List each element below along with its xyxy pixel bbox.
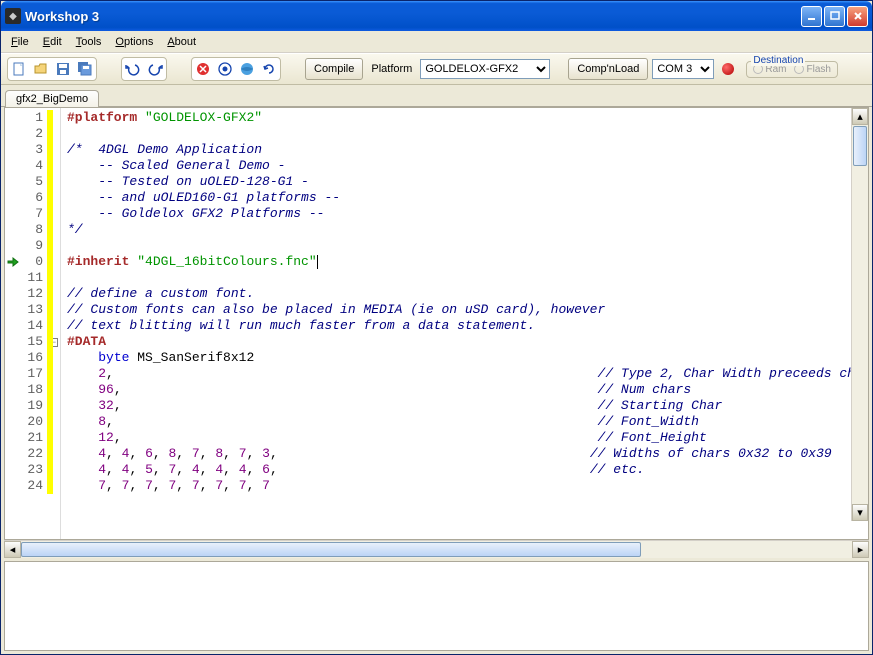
scroll-left-arrow-icon[interactable]: ◂ [4, 541, 21, 558]
globe-button[interactable] [237, 59, 257, 79]
scroll-right-arrow-icon[interactable]: ▸ [852, 541, 869, 558]
hscroll-thumb[interactable] [21, 542, 641, 557]
save-button[interactable] [53, 59, 73, 79]
scroll-up-arrow-icon[interactable]: ▴ [852, 108, 868, 125]
com-port-select[interactable]: COM 3 [652, 59, 714, 79]
minimize-button[interactable] [801, 6, 822, 27]
undo-button[interactable] [123, 59, 143, 79]
compnload-button[interactable]: Comp'nLoad [568, 58, 648, 80]
toolbar: Compile Platform GOLDELOX-GFX2 Comp'nLoa… [1, 53, 872, 85]
menu-file[interactable]: File [5, 34, 35, 50]
menu-about[interactable]: About [161, 34, 202, 50]
vertical-scrollbar[interactable]: ▴ ▾ [851, 108, 868, 521]
stop-button[interactable] [193, 59, 213, 79]
menubar: File Edit Tools Options About [1, 31, 872, 53]
app-window: ◆ Workshop 3 File Edit Tools Options Abo… [0, 0, 873, 655]
new-file-button[interactable] [9, 59, 29, 79]
maximize-button[interactable] [824, 6, 845, 27]
horizontal-scrollbar[interactable]: ◂ ▸ [4, 540, 869, 558]
refresh-button[interactable] [259, 59, 279, 79]
destination-legend: Destination [751, 55, 805, 66]
editor-area: 12345678901112131415161718192021222324 −… [4, 107, 869, 540]
tab-active[interactable]: gfx2_BigDemo [5, 90, 99, 107]
platform-select[interactable]: GOLDELOX-GFX2 [420, 59, 550, 79]
output-pane[interactable] [4, 561, 869, 651]
scroll-down-arrow-icon[interactable]: ▾ [852, 504, 868, 521]
menu-tools[interactable]: Tools [70, 34, 108, 50]
platform-label: Platform [367, 63, 416, 75]
close-button[interactable] [847, 6, 868, 27]
vscroll-thumb[interactable] [853, 126, 867, 166]
tabbar: gfx2_BigDemo [1, 85, 872, 107]
status-led-icon [722, 63, 734, 75]
titlebar: ◆ Workshop 3 [1, 1, 872, 31]
titlebar-text: Workshop 3 [25, 9, 801, 24]
compile-button[interactable]: Compile [305, 58, 363, 80]
destination-group: Destination Ram Flash [746, 61, 838, 78]
app-icon: ◆ [5, 8, 21, 24]
redo-button[interactable] [145, 59, 165, 79]
menu-options[interactable]: Options [109, 34, 159, 50]
target-button[interactable] [215, 59, 235, 79]
line-gutter: 12345678901112131415161718192021222324 [5, 108, 47, 539]
open-file-button[interactable] [31, 59, 51, 79]
menu-edit[interactable]: Edit [37, 34, 68, 50]
save-all-button[interactable] [75, 59, 95, 79]
code-view[interactable]: #platform "GOLDELOX-GFX2"/* 4DGL Demo Ap… [61, 108, 868, 539]
